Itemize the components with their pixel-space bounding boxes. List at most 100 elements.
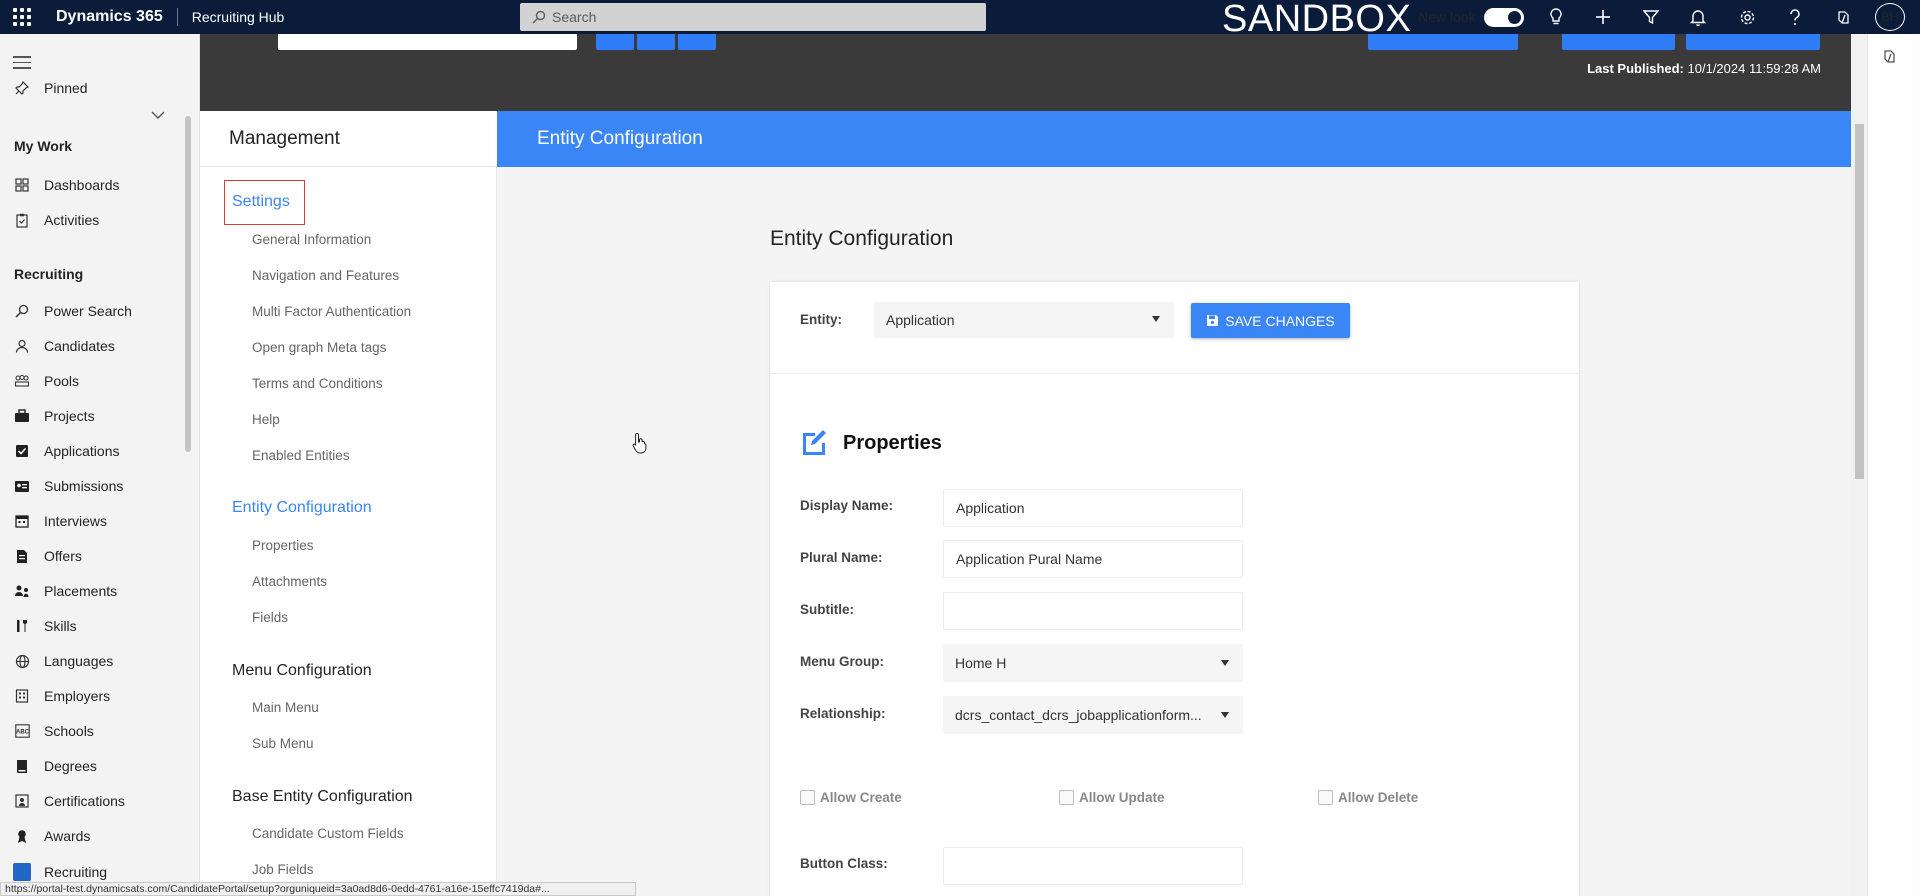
portal-header-band: Last Published: 10/1/2024 11:59:28 AM — [200, 34, 1851, 111]
hamburger-menu-icon[interactable] — [13, 56, 31, 73]
menu-settings[interactable]: Settings — [232, 193, 290, 211]
portal-header-button-1[interactable] — [596, 34, 634, 50]
id-card-icon — [13, 477, 31, 495]
checkbox-box[interactable] — [1318, 790, 1333, 805]
sidebar-item-dashboards[interactable]: Dashboards — [0, 170, 190, 200]
sidebar-item-placements[interactable]: Placements — [0, 576, 190, 606]
app-name[interactable]: Recruiting Hub — [178, 9, 285, 25]
sidebar-item-certifications[interactable]: Certifications — [0, 786, 190, 816]
menu-menu-configuration[interactable]: Menu Configuration — [232, 662, 372, 680]
hand-cursor-icon — [632, 432, 648, 457]
plus-icon[interactable] — [1591, 5, 1615, 29]
user-avatar[interactable]: BH — [1875, 3, 1905, 31]
content-scrollbar[interactable] — [1851, 34, 1867, 896]
menu-open-graph-meta-tags[interactable]: Open graph Meta tags — [252, 340, 386, 355]
page-title: Entity Configuration — [770, 227, 954, 250]
button-class-field[interactable] — [943, 847, 1243, 885]
sidebar-item-power-search[interactable]: Power Search — [0, 296, 190, 326]
area-switcher[interactable]: Recruiting — [0, 862, 190, 882]
area-badge-icon — [13, 863, 31, 881]
globe-icon — [13, 652, 31, 670]
search-placeholder: Search — [552, 9, 597, 25]
sidebar-item-label: Certifications — [44, 793, 125, 809]
global-search-input[interactable]: Search — [520, 3, 986, 31]
allow-create-checkbox[interactable]: Allow Create — [800, 790, 902, 805]
save-icon — [1207, 315, 1219, 326]
scrollbar-thumb[interactable] — [1855, 124, 1864, 479]
briefcase-icon — [13, 407, 31, 425]
settings-gear-icon[interactable] — [1735, 5, 1759, 29]
menu-enabled-entities[interactable]: Enabled Entities — [252, 448, 350, 463]
filter-icon[interactable] — [1639, 5, 1663, 29]
sidebar-item-offers[interactable]: Offers — [0, 541, 190, 571]
menu-job-fields[interactable]: Job Fields — [252, 862, 314, 877]
menu-group-label: Menu Group: — [800, 654, 884, 669]
menu-entity-configuration[interactable]: Entity Configuration — [232, 499, 372, 517]
sidebar-item-skills[interactable]: Skills — [0, 611, 190, 641]
portal-header-button-3[interactable] — [678, 34, 716, 50]
checkbox-box[interactable] — [800, 790, 815, 805]
checkbox-icon — [13, 442, 31, 460]
portal-action-button-1[interactable] — [1368, 34, 1518, 50]
sidebar-item-employers[interactable]: Employers — [0, 681, 190, 711]
allow-delete-label: Allow Delete — [1338, 790, 1419, 805]
chevron-down-icon[interactable] — [150, 107, 166, 123]
sidebar-item-label: Pools — [44, 373, 80, 389]
new-look-toggle[interactable] — [1484, 8, 1524, 27]
sidebar-item-awards[interactable]: Awards — [0, 821, 190, 851]
clipboard-icon — [13, 211, 31, 229]
menu-candidate-custom-fields[interactable]: Candidate Custom Fields — [252, 826, 404, 841]
button-class-label: Button Class: — [800, 856, 888, 871]
portal-header-button-2[interactable] — [637, 34, 675, 50]
sidebar-item-candidates[interactable]: Candidates — [0, 331, 190, 361]
sidebar-item-applications[interactable]: Applications — [0, 436, 190, 466]
portal-header-input[interactable] — [278, 34, 577, 50]
sidebar-item-projects[interactable]: Projects — [0, 401, 190, 431]
save-changes-button[interactable]: SAVE CHANGES — [1191, 303, 1350, 338]
sidebar-item-label: Schools — [44, 723, 94, 739]
sidebar-item-languages[interactable]: Languages — [0, 646, 190, 676]
copilot-pane-icon[interactable] — [1881, 48, 1898, 68]
checkbox-box[interactable] — [1059, 790, 1074, 805]
menu-properties[interactable]: Properties — [252, 538, 314, 553]
menu-help[interactable]: Help — [252, 412, 280, 427]
sidebar-item-degrees[interactable]: Degrees — [0, 751, 190, 781]
menu-general-information[interactable]: General Information — [252, 232, 371, 247]
display-name-field[interactable]: Application — [943, 489, 1243, 527]
sidebar-item-pinned[interactable]: Pinned — [0, 73, 190, 103]
allow-update-label: Allow Update — [1079, 790, 1165, 805]
allow-update-checkbox[interactable]: Allow Update — [1059, 790, 1165, 805]
search-icon — [532, 10, 546, 24]
menu-base-entity-configuration[interactable]: Base Entity Configuration — [232, 788, 413, 806]
sidebar-item-submissions[interactable]: Submissions — [0, 471, 190, 501]
menu-terms-and-conditions[interactable]: Terms and Conditions — [252, 376, 383, 391]
menu-sub-menu[interactable]: Sub Menu — [252, 736, 314, 751]
sidebar-item-pools[interactable]: Pools — [0, 366, 190, 396]
sidebar-item-interviews[interactable]: Interviews — [0, 506, 190, 536]
sidebar-item-activities[interactable]: Activities — [0, 205, 190, 235]
menu-attachments[interactable]: Attachments — [252, 574, 327, 589]
dashboard-icon — [13, 176, 31, 194]
menu-main-menu[interactable]: Main Menu — [252, 700, 319, 715]
relationship-select[interactable]: dcrs_contact_dcrs_jobapplicationform... — [943, 696, 1243, 734]
sidebar-item-schools[interactable]: ABC Schools — [0, 716, 190, 746]
portal-action-button-3[interactable] — [1686, 34, 1820, 50]
bell-icon[interactable] — [1686, 5, 1710, 29]
menu-multi-factor-authentication[interactable]: Multi Factor Authentication — [252, 304, 411, 319]
entity-select[interactable]: Application — [874, 302, 1174, 338]
entity-config-content: Entity Configuration Entity: Application… — [497, 167, 1851, 896]
lightbulb-icon[interactable] — [1544, 5, 1568, 29]
brand-name[interactable]: Dynamics 365 — [44, 8, 177, 26]
plural-name-field[interactable]: Application Pural Name — [943, 540, 1243, 578]
sidebar-scrollbar[interactable] — [185, 116, 191, 452]
allow-delete-checkbox[interactable]: Allow Delete — [1318, 790, 1418, 805]
portal-action-button-2[interactable] — [1562, 34, 1675, 50]
sidebar-item-label: Interviews — [44, 513, 108, 529]
menu-group-select[interactable]: Home H — [943, 644, 1243, 682]
subtitle-field[interactable] — [943, 592, 1243, 630]
menu-navigation-and-features[interactable]: Navigation and Features — [252, 268, 399, 283]
menu-fields[interactable]: Fields — [252, 610, 288, 625]
copilot-icon[interactable] — [1831, 5, 1855, 29]
help-icon[interactable] — [1783, 5, 1807, 29]
app-launcher-button[interactable] — [0, 0, 44, 34]
